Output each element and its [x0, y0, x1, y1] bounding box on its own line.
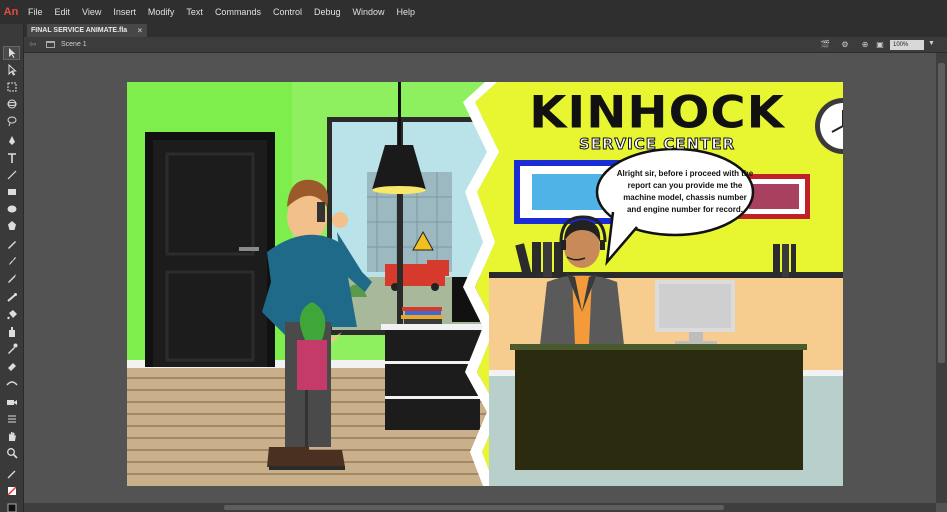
hand-tool-icon[interactable] — [3, 429, 20, 443]
stage-canvas[interactable]: KINHOCK SERVICE CENTER Alright sir, befo… — [127, 82, 843, 486]
free-transform-tool-icon[interactable] — [3, 80, 20, 94]
pencil-tool-icon[interactable] — [3, 237, 20, 251]
center-stage-icon[interactable]: ⊕ — [860, 40, 870, 50]
close-icon[interactable]: × — [138, 24, 143, 37]
menu-window[interactable]: Window — [347, 7, 391, 17]
selection-tool-icon[interactable] — [3, 46, 20, 60]
menu-debug[interactable]: Debug — [308, 7, 347, 17]
ink-bottle-tool-icon[interactable] — [3, 325, 20, 339]
width-tool-icon[interactable] — [3, 376, 20, 390]
menu-control[interactable]: Control — [267, 7, 308, 17]
paint-bucket-tool-icon[interactable] — [3, 308, 20, 322]
eyedropper-tool-icon[interactable] — [3, 342, 20, 356]
door — [145, 132, 275, 367]
menu-commands[interactable]: Commands — [209, 7, 267, 17]
stroke-color-icon[interactable] — [3, 467, 20, 481]
menu-help[interactable]: Help — [391, 7, 422, 17]
horizontal-scrollbar[interactable] — [24, 503, 936, 512]
brush-tool-icon[interactable] — [3, 271, 20, 285]
asset-warp-tool-icon[interactable] — [3, 412, 20, 426]
subselection-tool-icon[interactable] — [3, 63, 20, 77]
menu-text[interactable]: Text — [180, 7, 209, 17]
back-arrow-icon[interactable]: ⇦ — [29, 39, 37, 50]
zoom-input[interactable]: 100% — [890, 40, 924, 50]
bone-tool-icon[interactable] — [3, 291, 20, 305]
menu-modify[interactable]: Modify — [142, 7, 181, 17]
scene-label[interactable]: Scene 1 — [61, 41, 87, 48]
swap-colors-icon[interactable] — [3, 501, 20, 512]
menu-view[interactable]: View — [76, 7, 107, 17]
tools-panel — [0, 24, 24, 512]
menu-edit[interactable]: Edit — [49, 7, 77, 17]
document-tab-bar: FINAL SERVICE ANIMATE.fla × — [24, 24, 947, 37]
edit-scene-icon[interactable]: 🎬 — [820, 40, 830, 50]
speech-bubble-text: Alright sir, before i proceed with the r… — [616, 169, 754, 214]
animate-window: An File Edit View Insert Modify Text Com… — [0, 0, 947, 512]
eraser-tool-icon[interactable] — [3, 359, 20, 373]
reception-desk — [510, 344, 807, 470]
menu-bar: An File Edit View Insert Modify Text Com… — [0, 0, 947, 24]
menu-insert[interactable]: Insert — [107, 7, 142, 17]
chevron-down-icon[interactable]: ▼ — [928, 40, 935, 47]
3d-rotation-tool-icon[interactable] — [3, 97, 20, 111]
camera-tool-icon[interactable] — [3, 395, 20, 409]
zoom-tool-icon[interactable] — [3, 446, 20, 460]
kinhock-title: KINHOCK — [529, 87, 785, 139]
vertical-scroll-thumb[interactable] — [938, 63, 945, 363]
plant — [297, 302, 327, 390]
menu-file[interactable]: File — [22, 7, 49, 17]
polystar-tool-icon[interactable] — [3, 219, 20, 233]
edit-bar: ⇦ Scene 1 🎬 ⚙ ⊕ ▣ 100% ▼ — [24, 37, 947, 53]
text-tool-icon[interactable] — [3, 151, 20, 165]
lasso-tool-icon[interactable] — [3, 114, 20, 128]
line-tool-icon[interactable] — [3, 168, 20, 182]
oval-tool-icon[interactable] — [3, 202, 20, 216]
pen-tool-icon[interactable] — [3, 134, 20, 148]
paint-brush-tool-icon[interactable] — [3, 254, 20, 268]
document-tab-title: FINAL SERVICE ANIMATE.fla — [31, 27, 128, 34]
document-tab[interactable]: FINAL SERVICE ANIMATE.fla × — [27, 24, 148, 37]
animate-logo-icon: An — [3, 6, 19, 18]
horizontal-scroll-thumb[interactable] — [224, 505, 724, 510]
rectangle-tool-icon[interactable] — [3, 185, 20, 199]
edit-symbols-icon[interactable]: ⚙ — [840, 40, 850, 50]
fill-color-icon[interactable] — [3, 484, 20, 498]
scene-clapper-icon — [46, 41, 55, 48]
vertical-scrollbar[interactable] — [936, 53, 947, 503]
service-center-subtitle: SERVICE CENTER — [578, 135, 736, 154]
clip-content-icon[interactable]: ▣ — [875, 40, 885, 50]
